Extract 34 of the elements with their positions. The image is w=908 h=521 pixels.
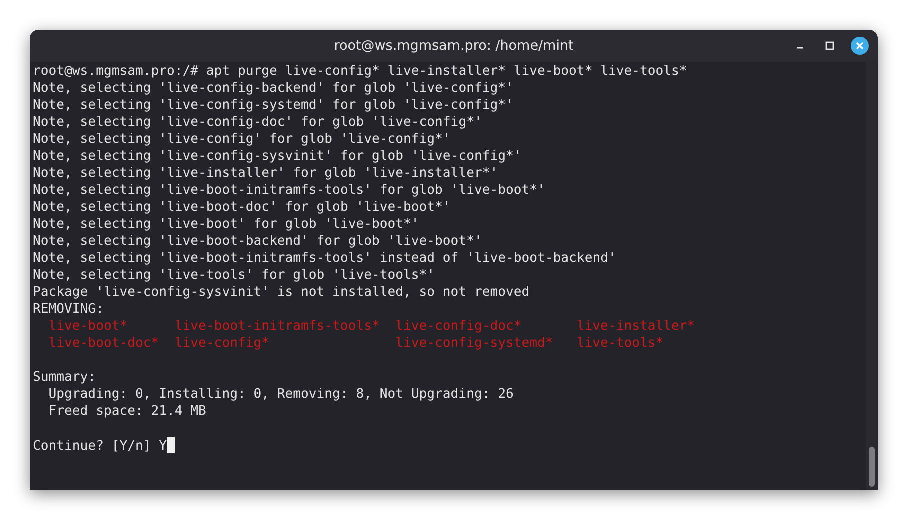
maximize-icon	[825, 41, 835, 51]
terminal-line: Summary:	[33, 370, 96, 385]
scrollbar-thumb[interactable]	[869, 447, 875, 487]
terminal-line: Note, selecting 'live-boot-backend' for glob 'live-boot*'	[33, 234, 482, 249]
terminal-line: Note, selecting 'live-config-doc' for glob 'live-config*'	[33, 115, 482, 130]
package-name: live-boot*	[48, 319, 128, 334]
package-name: live-tools*	[576, 336, 664, 351]
terminal-line: Note, selecting 'live-config-sysvinit' for glob 'live-config*'	[33, 149, 522, 164]
package-name: live-config*	[174, 336, 270, 351]
typed-answer: Y	[159, 439, 168, 454]
terminal-line: Note, selecting 'live-config-backend' for glob 'live-config*'	[33, 81, 514, 96]
terminal-line: Note, selecting 'live-boot' for glob 'live-boot*'	[33, 217, 420, 232]
package-name: live-boot-initramfs-tools*	[174, 319, 380, 334]
terminal-line: REMOVING:	[33, 302, 104, 317]
terminal-line: Note, selecting 'live-boot-doc' for glob 'live-boot*'	[33, 200, 451, 215]
terminal-line: Note, selecting 'live-config-systemd' for glob 'live-config*'	[33, 98, 514, 113]
package-name: live-boot-doc*	[48, 336, 160, 351]
window-title: root@ws.mgmsam.pro: /home/mint	[334, 38, 574, 54]
terminal-line: Upgrading: 0, Installing: 0, Removing: 8, Not Upgrading: 26	[48, 387, 514, 402]
terminal-line: Note, selecting 'live-config' for glob 'live-config*'	[33, 132, 451, 147]
terminal-line: Note, selecting 'live-installer' for glob 'live-installer*'	[33, 166, 498, 181]
close-icon	[855, 41, 865, 51]
package-name: live-config-systemd*	[396, 336, 554, 351]
terminal-line: Package 'live-config-sysvinit' is not installed, so not removed	[33, 285, 530, 300]
terminal-line: Freed space: 21.4 MB	[48, 404, 206, 419]
terminal-line: Note, selecting 'live-boot-initramfs-tools' instead of 'live-boot-backend'	[33, 251, 616, 266]
package-name: live-installer*	[576, 319, 696, 334]
terminal-line: Note, selecting 'live-tools' for glob 'live-tools*'	[33, 268, 436, 283]
terminal-prompt: Continue? [Y/n]	[33, 439, 152, 454]
package-name: live-config-doc*	[396, 319, 522, 334]
terminal-line: Note, selecting 'live-boot-initramfs-tools' for glob 'live-boot*'	[33, 183, 546, 198]
close-button[interactable]	[851, 37, 869, 55]
terminal-line: root@ws.mgmsam.pro:/# apt purge live-config* live-installer* live-boot* live-tools*	[33, 64, 688, 79]
text-cursor	[167, 437, 176, 453]
